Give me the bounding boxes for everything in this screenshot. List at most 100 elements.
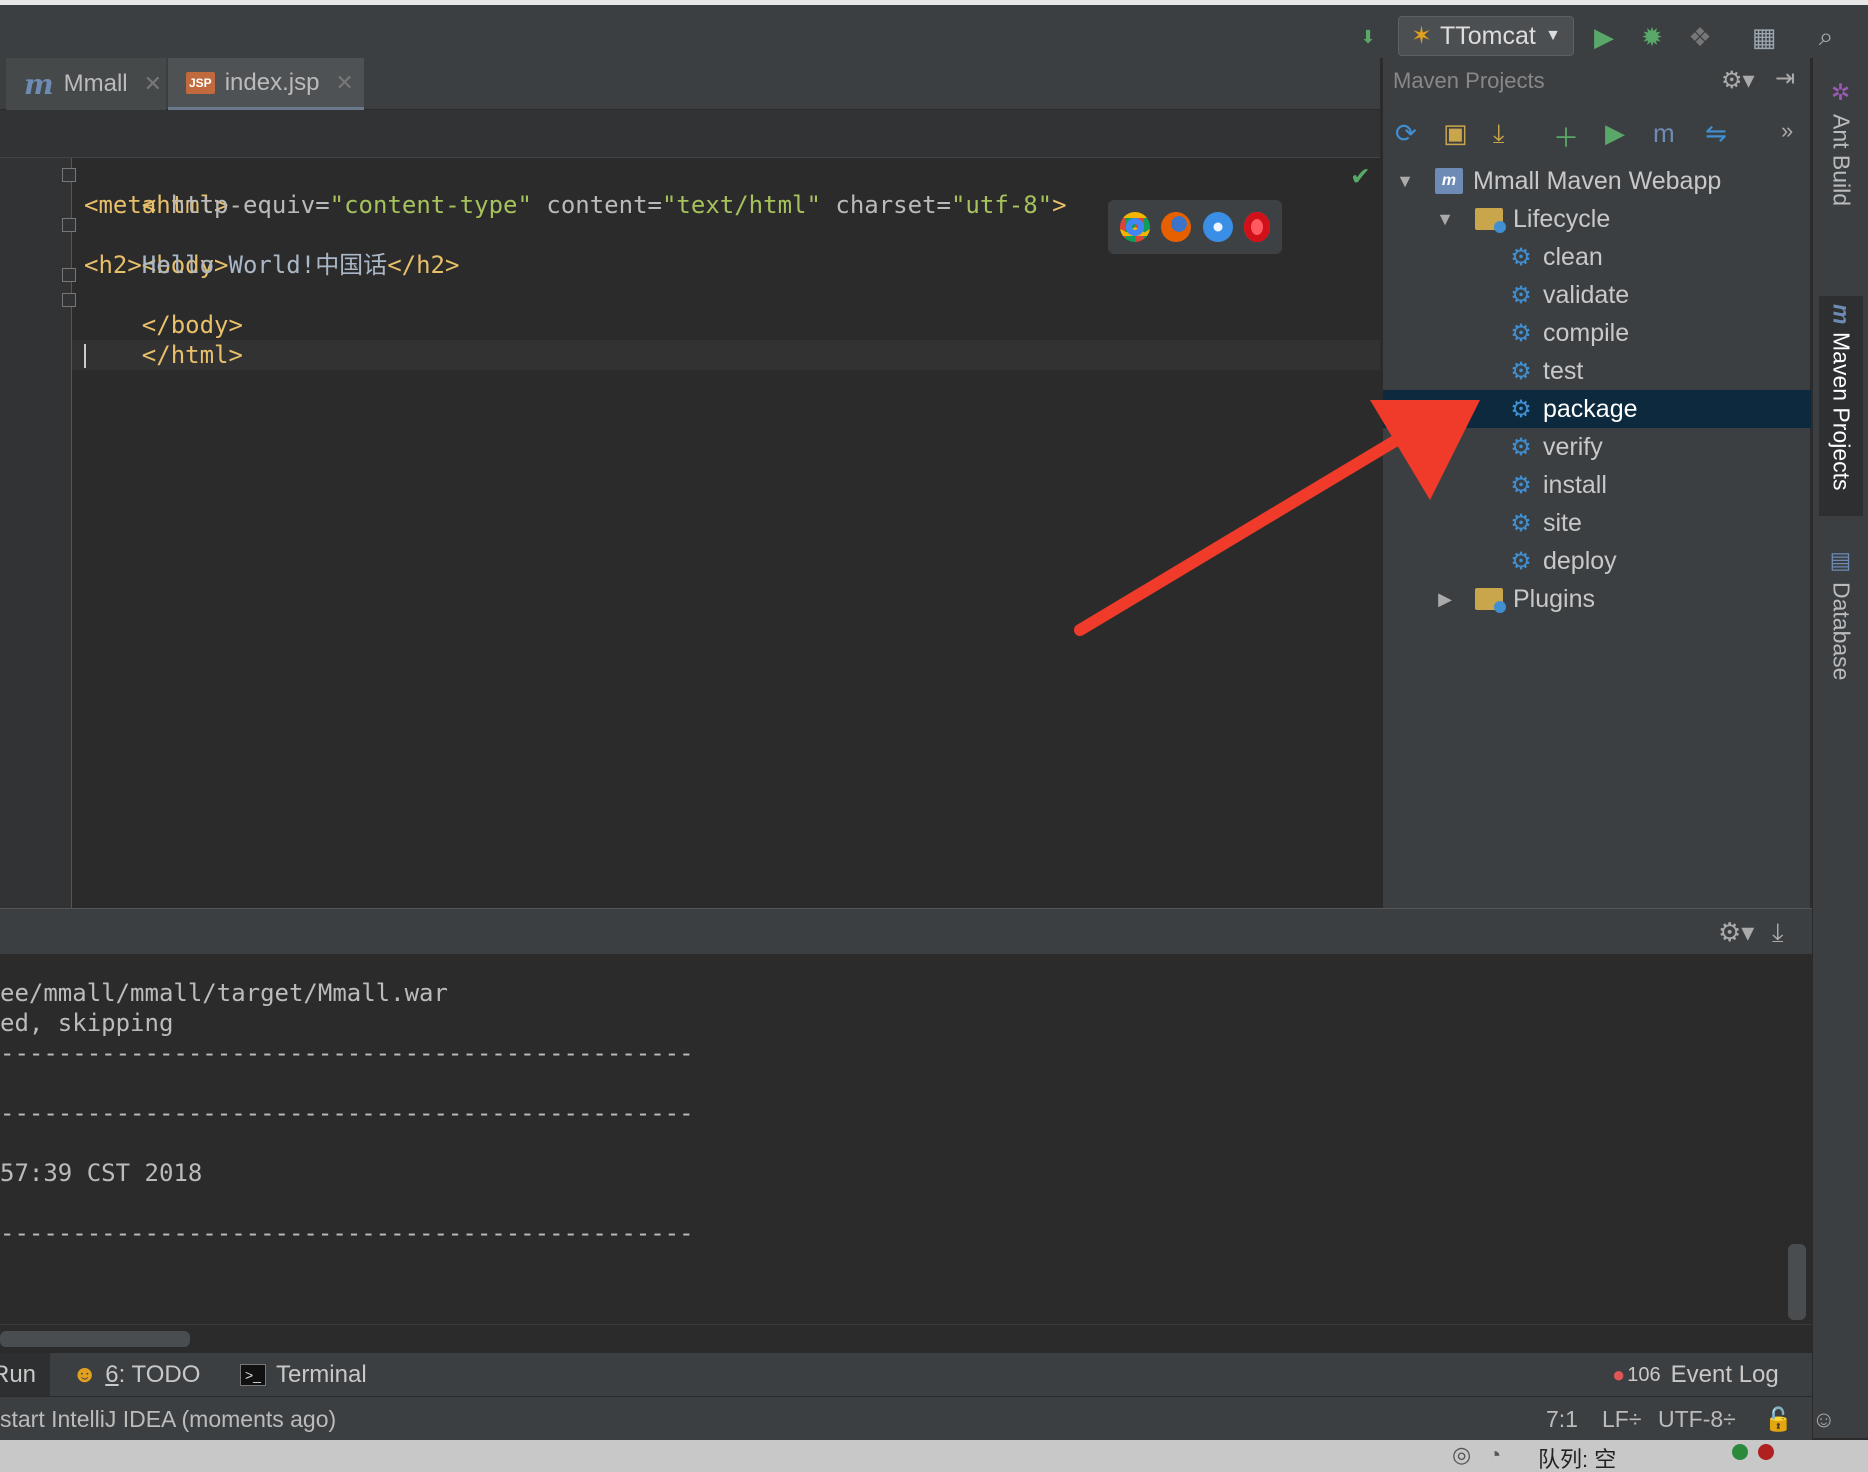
lifecycle-phase-compile[interactable]: ⚙ compile xyxy=(1383,314,1811,352)
gear-icon: ⚙ xyxy=(1510,471,1532,499)
coverage-icon[interactable]: ❖ xyxy=(1682,19,1718,55)
phase-label: compile xyxy=(1543,318,1630,347)
search-icon[interactable]: ⌕ xyxy=(1808,19,1844,55)
status-dot-green-icon xyxy=(1732,1444,1748,1460)
tree-project[interactable]: ▼ m Mmall Maven Webapp xyxy=(1383,162,1811,200)
safari-icon[interactable] xyxy=(1202,212,1233,242)
error-badge-icon: ● xyxy=(1612,1362,1626,1387)
gauge-icon[interactable]: ◔ xyxy=(1488,1442,1501,1468)
run-icon[interactable]: ▶ xyxy=(1586,19,1622,55)
editor-breadcrumb-strip xyxy=(0,110,1380,158)
tool-tab-ant-build[interactable]: ✲ Ant Build xyxy=(1819,72,1863,272)
close-icon[interactable]: ✕ xyxy=(335,70,353,96)
add-icon[interactable]: ＋ xyxy=(1553,118,1579,155)
code-token: <meta xyxy=(84,191,157,219)
code-token: <h2> xyxy=(84,251,142,279)
jsp-file-icon: JSP xyxy=(186,71,215,94)
lifecycle-phase-verify[interactable]: ⚙ verify xyxy=(1383,428,1811,466)
generate-sources-icon[interactable]: ▣ xyxy=(1443,118,1468,149)
gear-icon[interactable]: ⚙▾ xyxy=(1718,917,1754,948)
lifecycle-phase-deploy[interactable]: ⚙ deploy xyxy=(1383,542,1811,580)
more-icon[interactable]: » xyxy=(1781,118,1793,144)
download-icon[interactable]: ⤓ xyxy=(1493,118,1505,150)
tab-label: Mmall xyxy=(63,70,128,97)
tool-window-run[interactable]: Run xyxy=(0,1353,50,1397)
caret-position[interactable]: 7:1 xyxy=(1546,1397,1578,1441)
tool-tab-maven-projects[interactable]: m Maven Projects xyxy=(1819,296,1863,516)
fold-marker[interactable] xyxy=(62,168,76,182)
file-encoding[interactable]: UTF-8÷ xyxy=(1658,1397,1736,1441)
fold-marker[interactable] xyxy=(62,218,76,232)
sync-icon[interactable]: ◎ xyxy=(1452,1442,1471,1468)
lifecycle-phase-package[interactable]: ⚙ package xyxy=(1383,390,1811,428)
inspection-ok-icon[interactable]: ✔ xyxy=(1352,158,1369,191)
project-structure-icon[interactable]: ▦ xyxy=(1746,19,1782,55)
hide-panel-icon[interactable]: ⇥ xyxy=(1775,64,1795,93)
fold-marker[interactable] xyxy=(62,293,76,307)
lifecycle-phase-site[interactable]: ⚙ site xyxy=(1383,504,1811,542)
lifecycle-phase-validate[interactable]: ⚙ validate xyxy=(1383,276,1811,314)
run-config-label: TTomcat xyxy=(1439,21,1536,50)
phase-label: site xyxy=(1543,508,1582,537)
horizontal-scrollbar[interactable] xyxy=(0,1331,190,1347)
phase-label: install xyxy=(1543,470,1607,499)
lifecycle-phase-install[interactable]: ⚙ install xyxy=(1383,466,1811,504)
phase-label: deploy xyxy=(1543,546,1617,575)
gear-icon: ⚙ xyxy=(1510,509,1532,537)
close-icon[interactable]: ✕ xyxy=(144,71,162,97)
toggle-offline-icon[interactable]: ⇋ xyxy=(1705,118,1727,149)
expanded-icon[interactable]: ▼ xyxy=(1393,171,1417,192)
main-toolbar: ⬇ ✶ TTomcat ▼ ▶ ✹ ❖ ▦ ⌕ xyxy=(0,0,1868,58)
code-token: </h2> xyxy=(387,251,460,279)
line-separator[interactable]: LF÷ xyxy=(1602,1397,1641,1441)
todo-icon: ☻ xyxy=(72,1361,98,1388)
firefox-icon[interactable] xyxy=(1161,212,1192,242)
tab-index-jsp[interactable]: JSP index.jsp ✕ xyxy=(168,58,364,110)
fold-marker[interactable] xyxy=(62,268,76,282)
lock-icon[interactable]: 🔓 xyxy=(1764,1397,1793,1441)
tool-window-event-log[interactable]: ● 106 Event Log xyxy=(1612,1353,1779,1397)
text-caret xyxy=(84,344,86,368)
inspector-icon[interactable]: ☺ xyxy=(1812,1397,1835,1441)
chrome-icon[interactable] xyxy=(1119,212,1150,242)
tool-window-bar: Run ☻ 6 : TODO >_ Terminal ● 106 Event L… xyxy=(0,1352,1812,1397)
tool-window-todo[interactable]: ☻ 6 : TODO xyxy=(72,1353,200,1397)
lifecycle-phase-clean[interactable]: ⚙ clean xyxy=(1383,238,1811,276)
maven-m-icon: m xyxy=(24,67,54,101)
execute-goal-icon[interactable]: m xyxy=(1653,118,1675,149)
lifecycle-phase-test[interactable]: ⚙ test xyxy=(1383,352,1811,390)
opera-icon[interactable] xyxy=(1244,212,1271,242)
phase-label: clean xyxy=(1543,242,1603,271)
vertical-scrollbar[interactable] xyxy=(1788,1244,1806,1320)
code-line-5: </body> xyxy=(84,280,243,339)
reimport-icon[interactable]: ⟳ xyxy=(1395,118,1417,149)
tool-tab-database[interactable]: ▤ Database xyxy=(1819,540,1863,700)
code-token: "text/html" xyxy=(661,191,821,219)
code-editor[interactable]: <html> <meta http-equiv="content-type" c… xyxy=(0,158,1380,908)
gear-icon: ⚙ xyxy=(1510,395,1532,423)
run-configuration-select[interactable]: ✶ TTomcat ▼ xyxy=(1398,16,1574,56)
system-tray-strip: ◎ ◔ 队列: 空 xyxy=(0,1440,1868,1472)
event-count: 106 xyxy=(1627,1363,1661,1386)
gear-icon[interactable]: ⚙▾ xyxy=(1721,66,1755,95)
minimize-icon[interactable]: ⤓ xyxy=(1772,917,1784,949)
gear-icon: ⚙ xyxy=(1510,243,1532,271)
expanded-icon[interactable]: ▼ xyxy=(1433,209,1457,230)
code-token: </html> xyxy=(141,341,243,369)
collapsed-icon[interactable]: ▶ xyxy=(1433,589,1457,610)
status-message: start IntelliJ IDEA (moments ago) xyxy=(0,1405,337,1432)
phase-label: test xyxy=(1543,356,1584,385)
vcs-update-icon[interactable]: ⬇ xyxy=(1350,19,1386,55)
code-token: http-equiv= xyxy=(156,191,330,219)
tree-plugins[interactable]: ▶ Plugins xyxy=(1383,580,1811,618)
run-console[interactable]: ee/mmall/mmall/target/Mmall.war ed, skip… xyxy=(0,954,1812,1324)
gear-icon: ⚙ xyxy=(1510,547,1532,575)
gear-icon: ⚙ xyxy=(1510,319,1532,347)
tree-lifecycle[interactable]: ▼ Lifecycle xyxy=(1383,200,1811,238)
tool-window-terminal[interactable]: >_ Terminal xyxy=(240,1353,367,1397)
tab-mmall[interactable]: m Mmall ✕ xyxy=(6,58,166,110)
run-panel-header: ⚙▾ ⤓ xyxy=(0,908,1812,954)
debug-icon[interactable]: ✹ xyxy=(1634,19,1670,55)
console-line: ed, skipping xyxy=(0,1009,174,1037)
run-icon[interactable]: ▶ xyxy=(1605,118,1625,149)
